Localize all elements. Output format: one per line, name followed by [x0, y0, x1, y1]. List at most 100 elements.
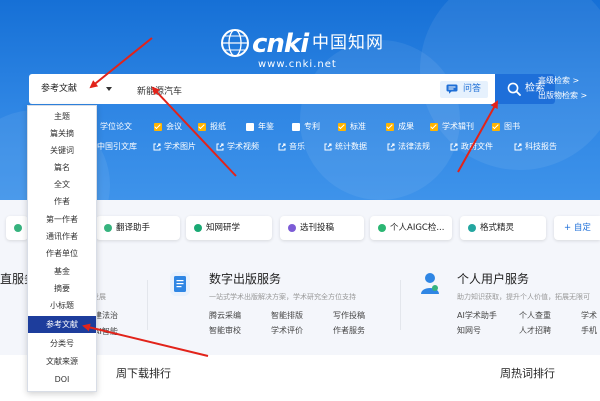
checkbox-icon — [198, 123, 206, 131]
service-personal-user: 个人用户服务 助力知识获取，提升个人价值，拓展无限可 AI学术助手 个人查重 学… — [457, 262, 600, 342]
resource-link-2[interactable]: 学术视频 — [216, 140, 259, 154]
checkbox-icon — [386, 123, 394, 131]
dropdown-item[interactable]: 摘要 — [28, 280, 96, 297]
globe-icon — [221, 29, 249, 57]
dropdown-item[interactable]: 文献来源 — [28, 353, 96, 370]
checkbox-icon — [292, 123, 300, 131]
search-field-label: 参考文献 — [41, 84, 78, 94]
dropdown-item[interactable]: 作者单位 — [28, 245, 96, 262]
chat-icon — [446, 84, 458, 94]
dropdown-item[interactable]: 第一作者 — [28, 211, 96, 228]
translate-icon — [104, 224, 112, 232]
logo-chinese: 中国知网 — [312, 33, 384, 53]
type-checkbox-1[interactable]: 会议 — [154, 120, 182, 134]
advanced-search-link[interactable]: 高级检索 > — [538, 73, 587, 88]
chevron-down-icon — [106, 87, 112, 91]
ask-label: 问答 — [463, 84, 482, 94]
dropdown-item[interactable]: 基金 — [28, 263, 96, 280]
type-checkbox-3[interactable]: 年鉴 — [246, 120, 274, 134]
service-sub: 一站式学术出版解决方案，学术研究全方位支持 — [209, 293, 356, 301]
search-input[interactable] — [135, 79, 435, 101]
checkbox-icon — [338, 123, 346, 131]
download-rank-title: 周下载排行 — [116, 367, 171, 380]
service-link[interactable]: 作者服务 — [333, 325, 365, 336]
type-checkbox-6[interactable]: 成果 — [386, 120, 414, 134]
format-icon — [468, 224, 476, 232]
service-link[interactable]: 建法治 — [94, 310, 118, 321]
external-link-icon — [387, 143, 395, 151]
service-link[interactable]: 学术 — [581, 310, 597, 321]
resource-link-6[interactable]: 政府文件 — [450, 140, 493, 154]
tool-card-customize[interactable]: + 自定 — [554, 216, 600, 240]
dropdown-item[interactable]: 作者 — [28, 193, 96, 210]
external-link-icon — [278, 143, 286, 151]
type-checkbox-8[interactable]: 图书 — [492, 120, 520, 134]
dropdown-item[interactable]: 篇名 — [28, 159, 96, 176]
document-service-icon — [170, 272, 190, 296]
dropdown-item-active[interactable]: 参考文献 — [28, 316, 96, 333]
service-digital-publishing: 数字出版服务 一站式学术出版解决方案，学术研究全方位支持 腾云采编 智能排版 写… — [209, 262, 399, 342]
service-link[interactable]: 知网号 — [457, 325, 481, 336]
resource-link-3[interactable]: 音乐 — [278, 140, 305, 154]
service-link[interactable]: 智能审校 — [209, 325, 241, 336]
type-checkbox-2[interactable]: 报纸 — [198, 120, 226, 134]
tool-icon — [14, 224, 22, 232]
logo-url: www.cnki.net — [258, 59, 337, 70]
service-link[interactable]: 手机 — [581, 325, 597, 336]
ask-button[interactable]: 问答 — [440, 81, 488, 98]
service-link[interactable]: 学术评价 — [271, 325, 303, 336]
resource-link-1[interactable]: 学术图片 — [153, 140, 196, 154]
study-icon — [194, 224, 202, 232]
search-field-dropdown: 主题 篇关摘 关键词 篇名 全文 作者 第一作者 通讯作者 作者单位 基金 摘要… — [27, 105, 97, 392]
type-checkbox-4[interactable]: 专利 — [292, 120, 320, 134]
tool-card-submission[interactable]: 选刊投稿 — [280, 216, 364, 240]
dropdown-item[interactable]: 小标题 — [28, 297, 96, 314]
external-link-icon — [514, 143, 522, 151]
hotword-rank-title: 周热词排行 — [500, 367, 555, 380]
dropdown-item[interactable]: 关键词 — [28, 142, 96, 159]
service-link[interactable]: 个人查重 — [519, 310, 551, 321]
tool-card-translate[interactable]: 翻译助手 — [96, 216, 180, 240]
type-checkbox-7[interactable]: 学术辑刊 — [430, 120, 474, 134]
dropdown-item[interactable]: 全文 — [28, 176, 96, 193]
service-link[interactable]: AI智能 — [94, 326, 118, 337]
dropdown-item[interactable]: 通讯作者 — [28, 228, 96, 245]
search-icon — [507, 82, 521, 96]
divider — [147, 280, 148, 330]
dropdown-item[interactable]: 主题 — [28, 108, 96, 125]
resource-link-row: 中国引文库 学术图片 学术视频 音乐 统计数据 法律法规 政府文件 科技报告 — [86, 140, 596, 154]
service-link[interactable]: 写作投稿 — [333, 310, 365, 321]
resource-link-4[interactable]: 统计数据 — [324, 140, 367, 154]
search-field-select[interactable]: 参考文献 — [29, 74, 112, 104]
dropdown-item[interactable]: 分类号 — [28, 335, 96, 352]
checkbox-icon — [246, 123, 254, 131]
external-link-icon — [216, 143, 224, 151]
resource-link-5[interactable]: 法律法规 — [387, 140, 430, 154]
tool-card-partial[interactable] — [6, 216, 28, 240]
submission-icon — [288, 224, 296, 232]
service-title: 数字出版服务 — [209, 272, 282, 286]
advanced-links: 高级检索 > 出版物检索 > — [538, 73, 587, 103]
dropdown-item[interactable]: 篇关摘 — [28, 125, 96, 142]
service-link[interactable]: 人才招聘 — [519, 325, 551, 336]
resource-link-7[interactable]: 科技报告 — [514, 140, 557, 154]
external-link-icon — [153, 143, 161, 151]
publication-search-link[interactable]: 出版物检索 > — [538, 88, 587, 103]
checkbox-icon — [154, 123, 162, 131]
dropdown-item[interactable]: DOI — [28, 371, 96, 388]
checkbox-icon — [430, 123, 438, 131]
type-checkbox-5[interactable]: 标准 — [338, 120, 366, 134]
tool-card-aigc[interactable]: 个人AIGC检... — [370, 216, 452, 240]
tool-card-yanxue[interactable]: 知网研学 — [186, 216, 272, 240]
cnki-logo[interactable]: cnki 中国知网 www.cnki.net — [220, 26, 390, 70]
aigc-icon — [378, 224, 386, 232]
service-title: 个人用户服务 — [457, 272, 530, 286]
logo-brand: cnki — [252, 29, 309, 59]
search-bar: 参考文献 问答 检索 — [29, 74, 555, 104]
tool-card-format[interactable]: 格式精灵 — [460, 216, 546, 240]
resource-type-row: 学位论文 会议 报纸 年鉴 专利 标准 成果 学术辑刊 图书 — [86, 120, 586, 134]
service-link[interactable]: 腾云采编 — [209, 310, 241, 321]
service-link[interactable]: 智能排版 — [271, 310, 303, 321]
external-link-icon — [324, 143, 332, 151]
service-link[interactable]: AI学术助手 — [457, 310, 497, 321]
